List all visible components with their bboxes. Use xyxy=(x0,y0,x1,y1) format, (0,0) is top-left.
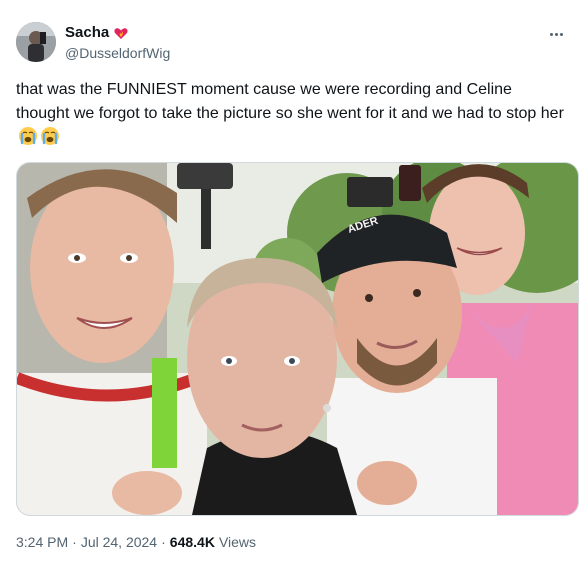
tweet-text: that was the FUNNIEST moment cause we we… xyxy=(16,78,564,151)
more-icon xyxy=(549,32,553,36)
meta-separator: · xyxy=(72,534,77,550)
loudly-crying-face-icon: 😭 xyxy=(41,127,59,145)
more-icon-dot xyxy=(554,32,558,36)
emoji-group: 😭 😭 xyxy=(18,126,60,146)
tweet-meta: 3:24 PM · Jul 24, 2024 · 648.4K Views xyxy=(16,534,256,550)
views-count[interactable]: 648.4K xyxy=(170,534,215,550)
author-display-name[interactable]: Sacha xyxy=(65,24,109,41)
tweet-photo[interactable]: ADER xyxy=(16,162,579,516)
tweet-card: Sacha @DusseldorfWig that was the FUNNIE… xyxy=(0,0,580,580)
tweet-time[interactable]: 3:24 PM xyxy=(16,534,68,550)
avatar[interactable] xyxy=(16,22,56,62)
author-handle[interactable]: @DusseldorfWig xyxy=(65,45,170,61)
tweet-text-content: that was the FUNNIEST moment cause we we… xyxy=(16,81,564,122)
more-icon-dot xyxy=(559,32,563,36)
more-options-button[interactable] xyxy=(544,24,568,44)
views-label: Views xyxy=(218,534,257,550)
meta-separator: · xyxy=(161,534,166,550)
avatar-image xyxy=(16,22,56,62)
loudly-crying-face-icon: 😭 xyxy=(19,127,37,145)
heart-fire-icon xyxy=(114,27,128,39)
author-name-row[interactable]: Sacha xyxy=(65,24,129,41)
photo-icon: ADER xyxy=(17,163,578,515)
tweet-date[interactable]: Jul 24, 2024 xyxy=(81,534,157,550)
